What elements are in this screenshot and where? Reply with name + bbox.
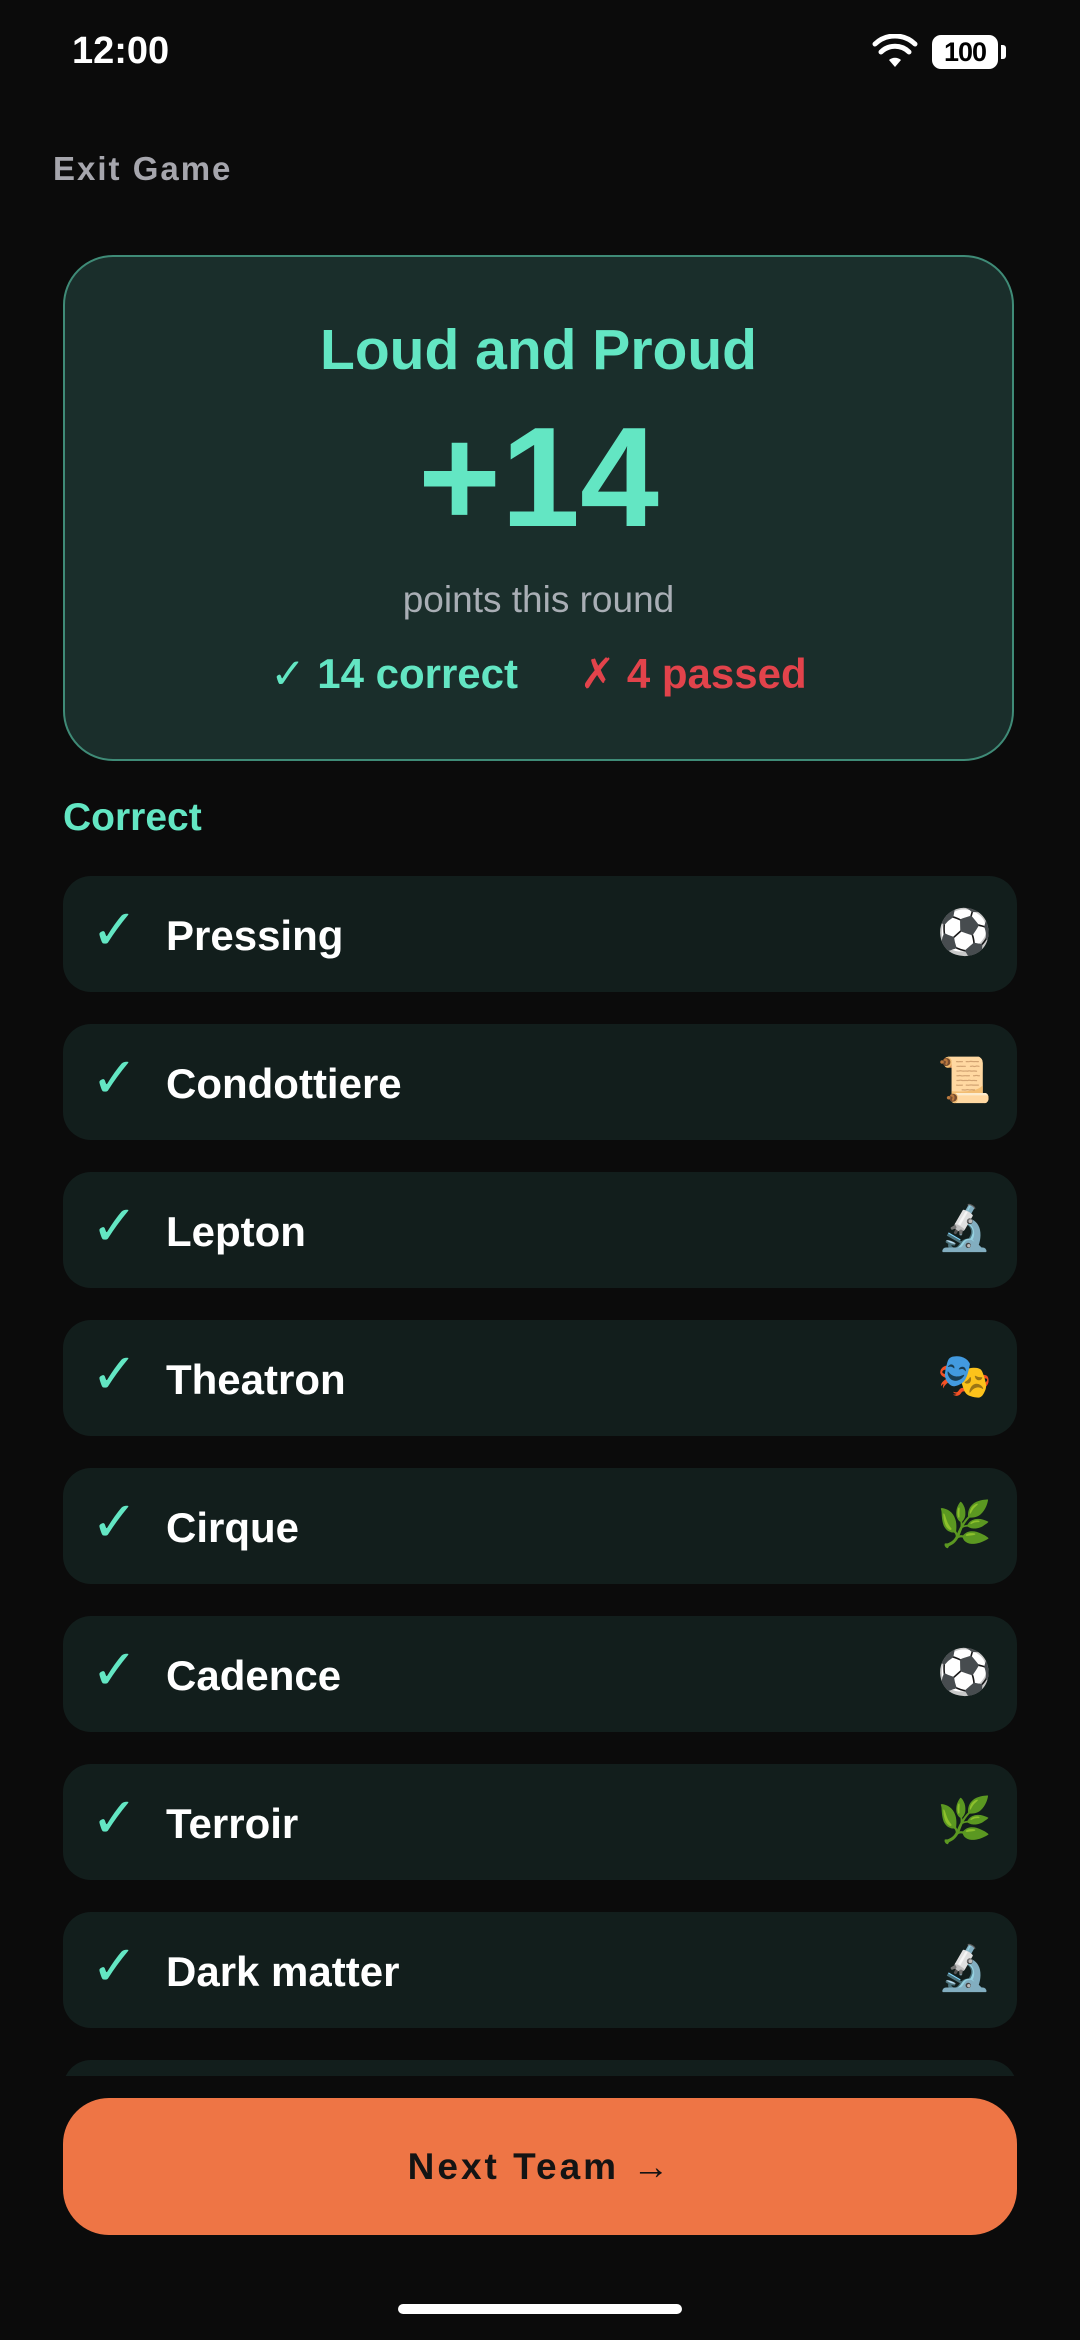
word-text: Condottiere <box>166 1060 402 1107</box>
exit-game-button[interactable]: Exit Game <box>53 150 232 188</box>
list-item: ✓ Dark matter 🔬 <box>63 1912 1017 2028</box>
status-time: 12:00 <box>72 30 170 72</box>
list-item: ✓ Cirque 🌿 <box>63 1468 1017 1584</box>
points-caption: points this round <box>402 579 675 620</box>
word-text: Cadence <box>166 1652 342 1699</box>
status-bar: 12:00 100 <box>0 0 1080 110</box>
status-icons: 100 <box>872 34 1006 70</box>
passed-count: ✗ 4 passed <box>580 650 807 697</box>
team-name: Loud and Proud <box>320 318 757 382</box>
tally-row: ✓ 14 correct ✗ 4 passed <box>65 649 1012 698</box>
battery-tip <box>1001 45 1006 59</box>
next-team-button[interactable]: Next Team → <box>63 2098 1017 2235</box>
soccer-ball-icon: ⚽ <box>937 908 992 957</box>
check-icon: ✓ <box>91 1786 138 1849</box>
battery-level: 100 <box>932 35 998 69</box>
microscope-icon: 🔬 <box>937 1204 992 1253</box>
list-item: ✓ Cadence ⚽ <box>63 1616 1017 1732</box>
round-score-card: Loud and Proud +14 points this round ✓ 1… <box>63 255 1014 761</box>
word-text: Terroir <box>166 1800 299 1847</box>
list-item: ✓ Terroir 🌿 <box>63 1764 1017 1880</box>
check-icon: ✓ <box>91 1638 138 1701</box>
word-text: Dark matter <box>166 1948 400 1995</box>
word-text: Lepton <box>166 1208 306 1255</box>
microscope-icon: 🔬 <box>937 1944 992 1993</box>
list-item: ✓ Lepton 🔬 <box>63 1172 1017 1288</box>
check-icon: ✓ <box>91 1490 138 1553</box>
list-item: ✓ Condottiere 📜 <box>63 1024 1017 1140</box>
correct-word-list[interactable]: ✓ Pressing ⚽ ✓ Condottiere 📜 ✓ Lepton 🔬 … <box>63 876 1017 2076</box>
correct-count: ✓ 14 correct <box>270 650 518 697</box>
check-icon: ✓ <box>91 1342 138 1405</box>
list-item-partial <box>63 2060 1017 2076</box>
round-points: +14 <box>418 398 659 557</box>
check-icon: ✓ <box>91 1934 138 1997</box>
theater-masks-icon: 🎭 <box>937 1352 992 1401</box>
scroll-icon: 📜 <box>937 1056 992 1105</box>
soccer-ball-icon: ⚽ <box>937 1648 992 1697</box>
herb-icon: 🌿 <box>937 1796 992 1845</box>
word-text: Theatron <box>166 1356 346 1403</box>
word-text: Pressing <box>166 912 344 959</box>
check-icon: ✓ <box>91 1046 138 1109</box>
home-indicator[interactable] <box>398 2304 682 2314</box>
word-text: Cirque <box>166 1504 300 1551</box>
list-item: ✓ Pressing ⚽ <box>63 876 1017 992</box>
list-item: ✓ Theatron 🎭 <box>63 1320 1017 1436</box>
correct-section-label: Correct <box>63 796 202 839</box>
wifi-icon <box>872 34 918 70</box>
check-icon: ✓ <box>91 898 138 961</box>
battery-icon: 100 <box>932 35 1006 69</box>
check-icon: ✓ <box>91 1194 138 1257</box>
herb-icon: 🌿 <box>937 1500 992 1549</box>
